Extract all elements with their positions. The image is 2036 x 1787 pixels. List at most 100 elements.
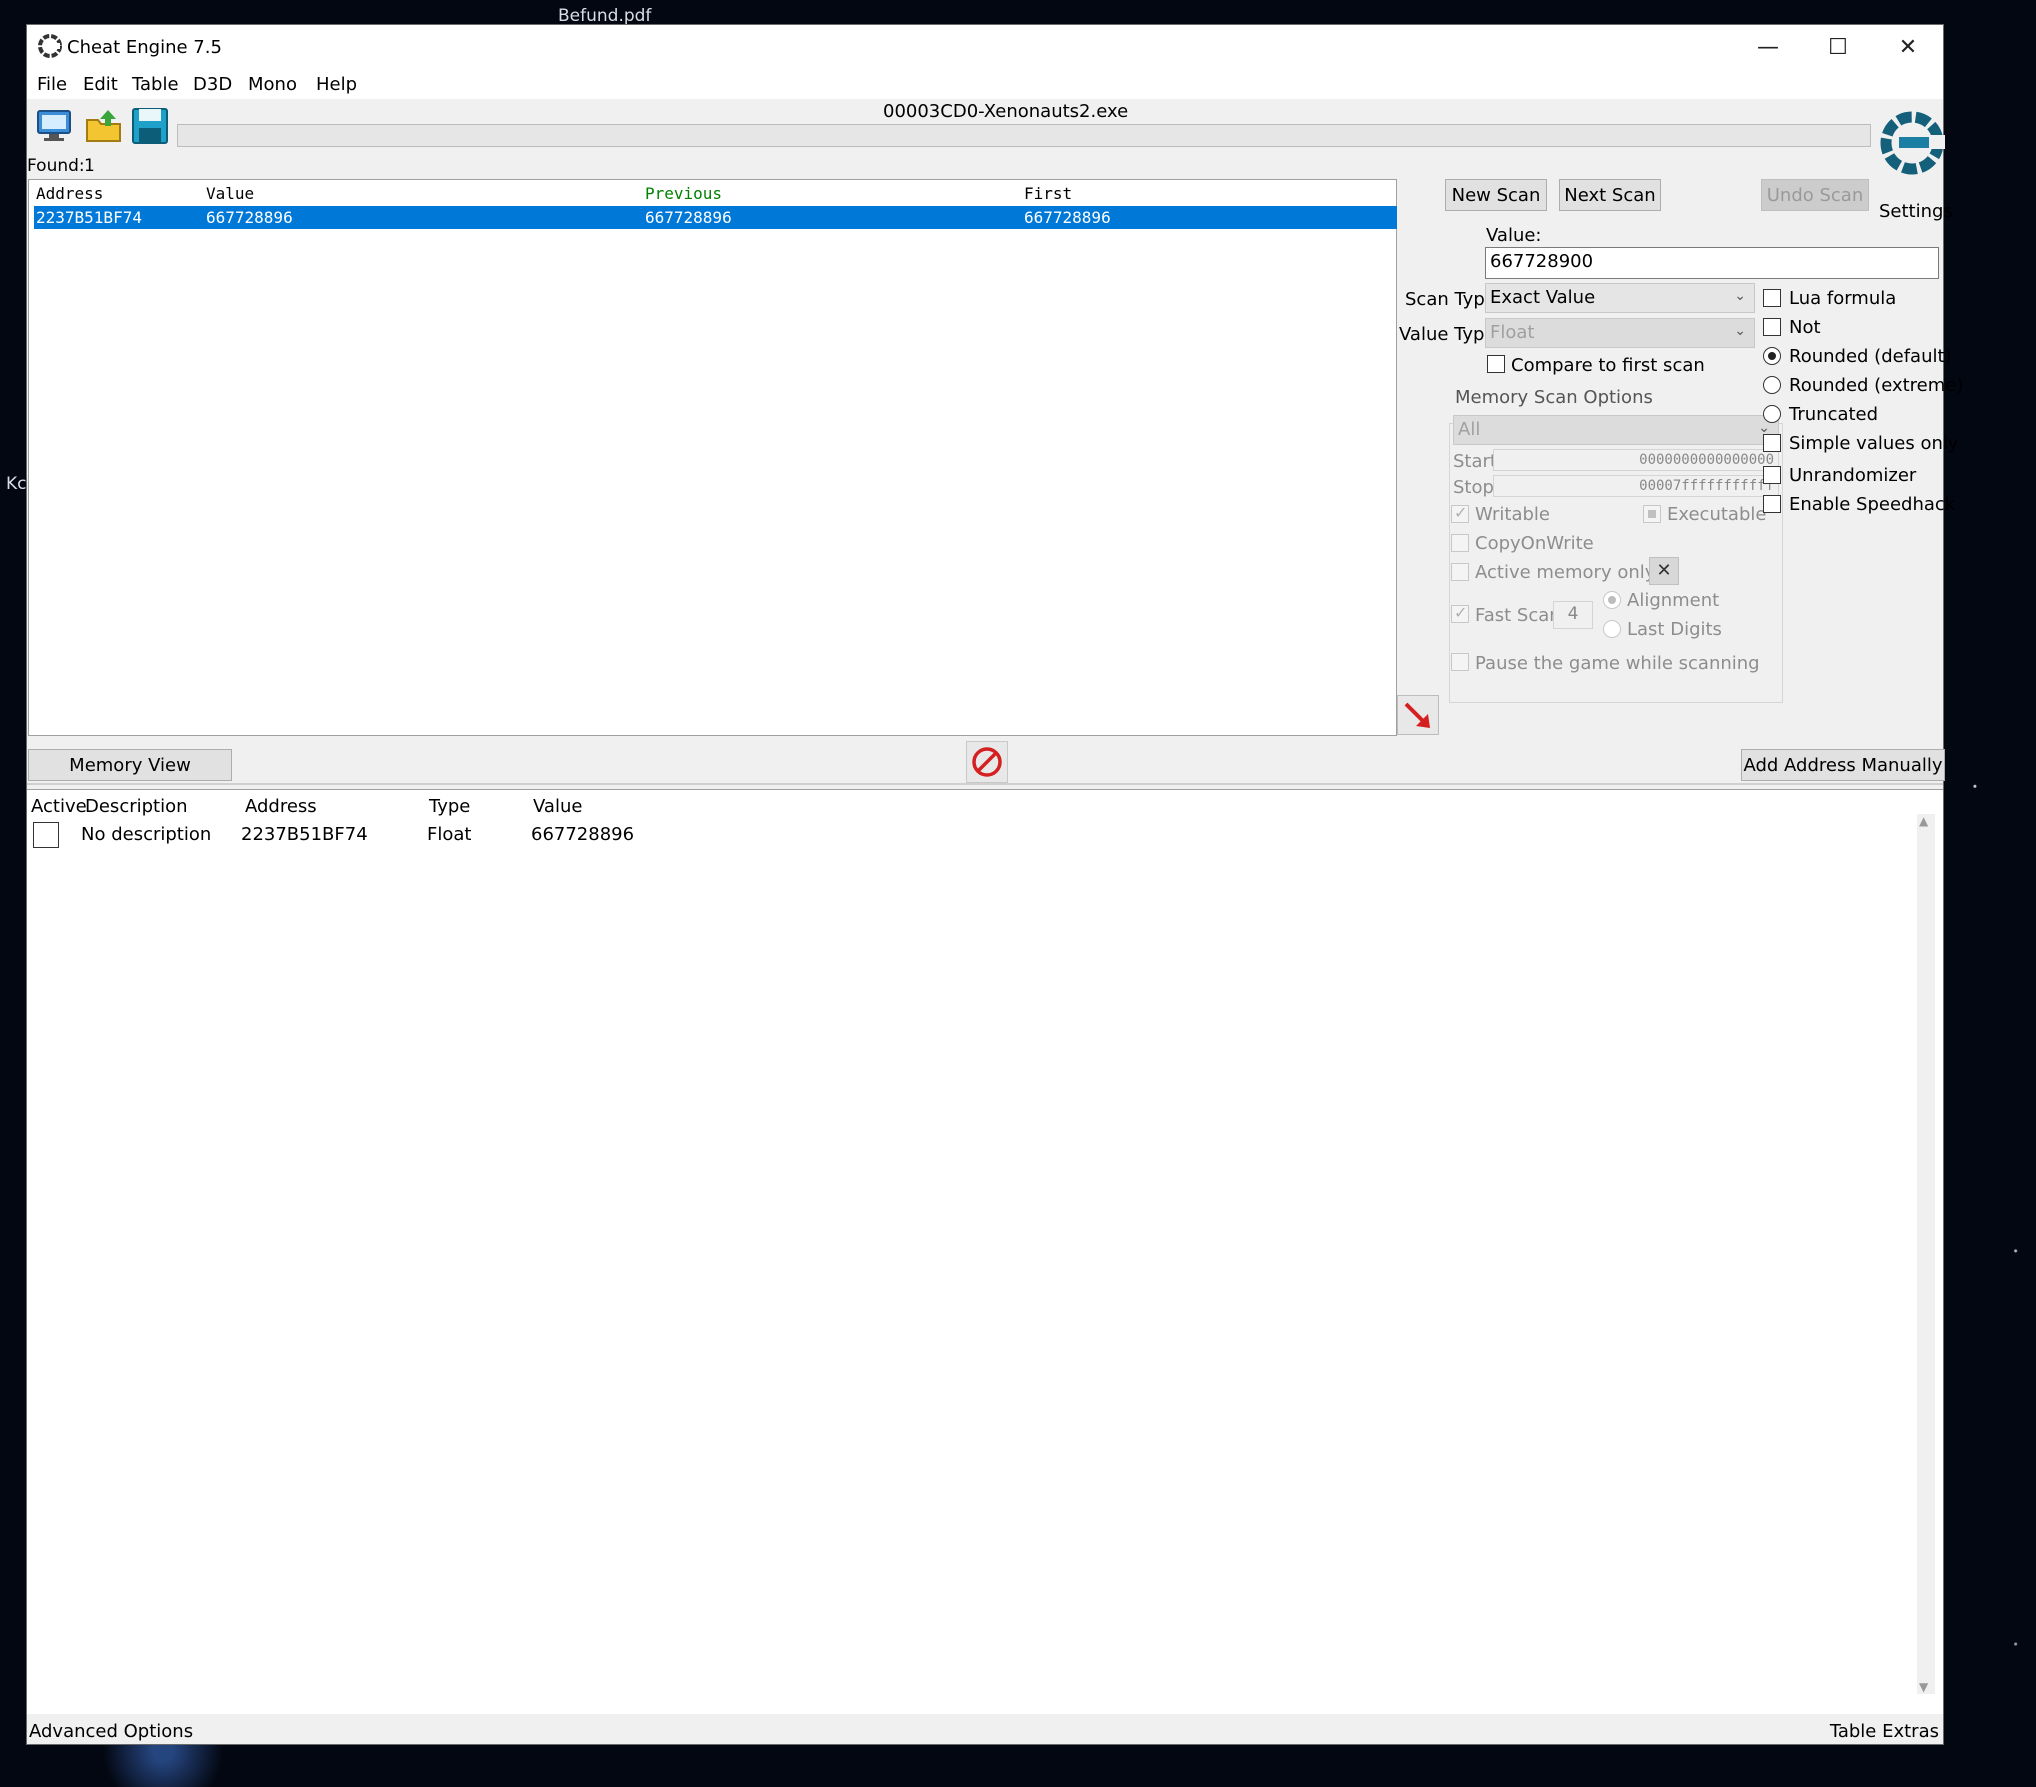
open-process-button[interactable] — [33, 105, 75, 147]
menu-file[interactable]: File — [37, 74, 67, 95]
address-table[interactable]: Active Description Address Type Value No… — [27, 789, 1943, 1714]
writable-label: Writable — [1475, 504, 1550, 525]
column-type[interactable]: Type — [429, 796, 470, 817]
next-scan-button[interactable]: Next Scan — [1559, 179, 1661, 211]
simple-values-checkbox[interactable] — [1763, 434, 1781, 452]
column-value[interactable]: Value — [533, 796, 582, 817]
address-table-scrollbar[interactable]: ▲ ▼ — [1917, 814, 1935, 1694]
last-digits-radio[interactable] — [1603, 620, 1621, 638]
speedhack-checkbox[interactable] — [1763, 495, 1781, 513]
result-value: 667728896 — [206, 208, 293, 227]
close-icon[interactable]: ✕ — [1649, 557, 1679, 585]
desktop-file-label[interactable]: Befund.pdf — [558, 6, 651, 26]
process-name: 00003CD0-Xenonauts2.exe — [883, 101, 1129, 122]
found-count: 1 — [84, 156, 95, 176]
scan-progress-bar — [177, 124, 1871, 147]
rounded-extreme-label: Rounded (extreme) — [1789, 375, 1964, 396]
entry-type: Float — [427, 824, 472, 845]
memory-view-button[interactable]: Memory View — [28, 749, 232, 781]
fast-scan-label: Fast Scan — [1475, 605, 1561, 626]
stop-label: Stop — [1453, 477, 1494, 498]
entry-description: No description — [81, 824, 212, 845]
undo-scan-button[interactable]: Undo Scan — [1761, 179, 1869, 211]
simple-values-label: Simple values only — [1789, 433, 1959, 454]
memory-scan-options-title: Memory Scan Options — [1455, 387, 1653, 408]
writable-checkbox[interactable]: ✓ — [1451, 503, 1469, 523]
column-value[interactable]: Value — [206, 184, 254, 203]
lua-formula-checkbox[interactable] — [1763, 289, 1781, 307]
new-scan-button[interactable]: New Scan — [1445, 179, 1547, 211]
scroll-down-icon[interactable]: ▼ — [1919, 1680, 1928, 1694]
cheat-engine-logo-icon — [38, 34, 62, 58]
active-memory-label: Active memory only — [1475, 562, 1656, 583]
rounded-default-radio[interactable] — [1763, 347, 1781, 365]
splitter[interactable] — [27, 783, 1943, 785]
column-address[interactable]: Address — [245, 796, 317, 817]
column-active[interactable]: Active — [31, 796, 87, 817]
menu-table[interactable]: Table — [132, 74, 179, 95]
maximize-button[interactable]: ☐ — [1803, 25, 1873, 69]
memory-region-value: All — [1458, 419, 1481, 440]
window-title: Cheat Engine 7.5 — [67, 37, 222, 58]
column-previous[interactable]: Previous — [645, 184, 722, 203]
compare-first-label: Compare to first scan — [1511, 355, 1705, 376]
executable-label: Executable — [1667, 504, 1767, 525]
alignment-label: Alignment — [1627, 590, 1720, 611]
scan-type-label: Scan Type — [1405, 289, 1496, 310]
memory-region-select[interactable]: All ⌄ — [1453, 415, 1779, 445]
copy-on-write-label: CopyOnWrite — [1475, 533, 1594, 554]
column-address[interactable]: Address — [36, 184, 103, 203]
stop-scan-button[interactable] — [966, 741, 1008, 783]
active-checkbox[interactable] — [33, 822, 59, 848]
table-extras-link[interactable]: Table Extras — [1830, 1721, 1939, 1742]
executable-checkbox[interactable] — [1643, 505, 1661, 523]
save-button[interactable] — [129, 105, 171, 147]
scroll-up-icon[interactable]: ▲ — [1919, 814, 1928, 828]
value-type-select[interactable]: Float ⌄ — [1485, 318, 1755, 348]
scan-result-row[interactable]: 2237B51BF74 667728896 667728896 66772889… — [34, 206, 1397, 229]
scan-results-list[interactable]: Address Value Previous First 2237B51BF74… — [28, 179, 1397, 736]
menu-edit[interactable]: Edit — [83, 74, 118, 95]
add-to-table-button[interactable] — [1397, 695, 1439, 735]
no-entry-icon — [972, 747, 1002, 777]
entry-address: 2237B51BF74 — [241, 824, 368, 845]
settings-label[interactable]: Settings — [1879, 201, 1953, 222]
stop-address-input[interactable]: 00007fffffffffff — [1493, 475, 1779, 497]
menu-help[interactable]: Help — [316, 74, 357, 95]
value-type-value: Float — [1490, 322, 1535, 343]
compare-first-checkbox[interactable] — [1487, 355, 1505, 373]
menu-d3d[interactable]: D3D — [193, 74, 232, 95]
fast-scan-checkbox[interactable]: ✓ — [1451, 603, 1469, 623]
speedhack-label: Enable Speedhack — [1789, 494, 1956, 515]
active-memory-checkbox[interactable] — [1451, 563, 1469, 581]
not-checkbox[interactable] — [1763, 318, 1781, 336]
minimize-button[interactable]: — — [1733, 25, 1803, 69]
open-file-button[interactable] — [83, 105, 125, 147]
scan-type-select[interactable]: Exact Value ⌄ — [1485, 283, 1755, 313]
start-address-input[interactable]: 0000000000000000 — [1493, 449, 1779, 471]
scan-value-input[interactable]: 667728900 — [1485, 247, 1939, 279]
column-description[interactable]: Description — [85, 796, 188, 817]
fast-scan-alignment-input[interactable]: 4 — [1553, 601, 1593, 629]
unrandomizer-checkbox[interactable] — [1763, 466, 1781, 484]
lua-formula-label: Lua formula — [1789, 288, 1897, 309]
save-disk-icon — [132, 108, 168, 144]
truncated-label: Truncated — [1789, 404, 1879, 425]
start-label: Start — [1453, 451, 1497, 472]
truncated-radio[interactable] — [1763, 405, 1781, 423]
result-first: 667728896 — [1024, 208, 1111, 227]
menu-mono[interactable]: Mono — [248, 74, 297, 95]
rounded-extreme-radio[interactable] — [1763, 376, 1781, 394]
close-button[interactable]: ✕ — [1873, 25, 1943, 69]
alignment-radio[interactable] — [1603, 591, 1621, 609]
column-first[interactable]: First — [1024, 184, 1072, 203]
copy-on-write-checkbox[interactable] — [1451, 534, 1469, 552]
result-address: 2237B51BF74 — [36, 208, 142, 227]
status-bar: Advanced Options Table Extras — [27, 1715, 1943, 1745]
advanced-options-link[interactable]: Advanced Options — [29, 1721, 193, 1742]
add-address-manually-button[interactable]: Add Address Manually — [1741, 749, 1945, 781]
pause-game-checkbox[interactable] — [1451, 653, 1469, 671]
value-label: Value: — [1486, 225, 1542, 246]
pause-game-label: Pause the game while scanning — [1475, 653, 1760, 674]
title-bar[interactable]: Cheat Engine 7.5 — ☐ ✕ — [27, 25, 1943, 69]
